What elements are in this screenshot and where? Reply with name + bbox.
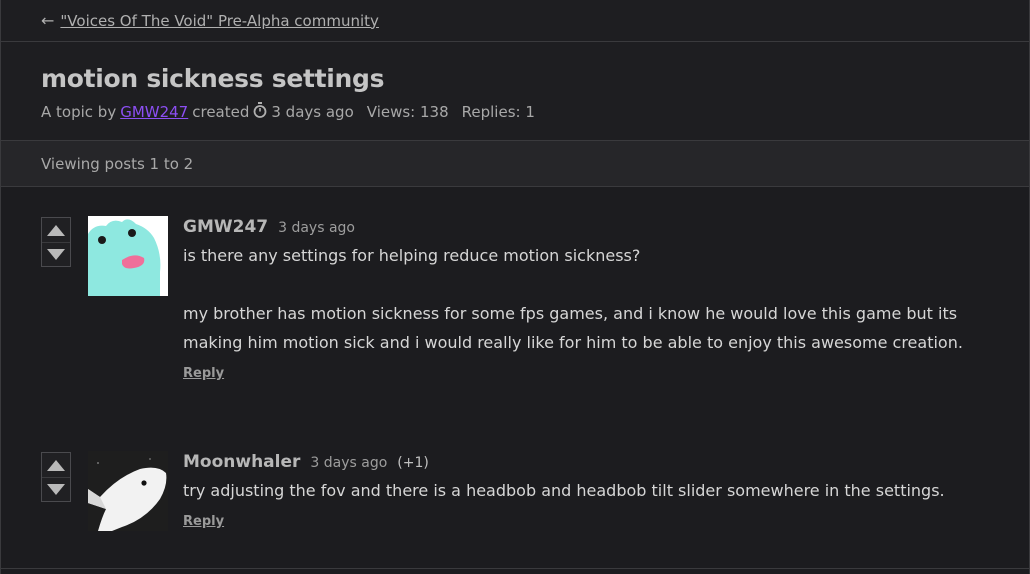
created-ago: 3 days ago: [271, 103, 354, 121]
post-body: GMW247 3 days ago is there any settings …: [183, 217, 999, 381]
vote-widget: [41, 452, 71, 502]
views-count: Views: 138: [366, 103, 449, 121]
vote-divider: [42, 242, 70, 243]
stopwatch-icon: [253, 102, 267, 122]
meta-prefix: A topic by: [41, 103, 117, 121]
page: ← "Voices Of The Void" Pre-Alpha communi…: [0, 0, 1030, 574]
divider: [1, 568, 1029, 569]
viewing-posts-text: Viewing posts 1 to 2: [41, 154, 194, 173]
page-title: motion sickness settings: [41, 64, 385, 93]
replies-count: Replies: 1: [461, 103, 535, 121]
community-back-link[interactable]: "Voices Of The Void" Pre-Alpha community: [60, 12, 379, 30]
frog-avatar[interactable]: [88, 216, 168, 296]
post-header: GMW247 3 days ago: [183, 217, 999, 237]
post-author-link[interactable]: GMW247: [183, 217, 268, 237]
post-author-link[interactable]: Moonwhaler: [183, 452, 300, 472]
meta-created: created: [192, 103, 250, 121]
back-nav: ← "Voices Of The Void" Pre-Alpha communi…: [1, 0, 1029, 42]
viewing-posts-bar: Viewing posts 1 to 2: [1, 141, 1029, 187]
post-header: Moonwhaler 3 days ago (+1): [183, 452, 999, 472]
post-score: (+1): [397, 455, 429, 471]
vote-widget: [41, 217, 71, 267]
post-time: 3 days ago: [278, 220, 355, 236]
whale-avatar[interactable]: [88, 451, 168, 531]
downvote-arrow-icon[interactable]: [47, 249, 65, 260]
vote-divider: [42, 477, 70, 478]
topic-header: motion sickness settings A topic by GMW2…: [1, 42, 1029, 141]
reply-link[interactable]: Reply: [183, 514, 224, 529]
upvote-arrow-icon[interactable]: [47, 225, 65, 236]
downvote-arrow-icon[interactable]: [47, 484, 65, 495]
topic-author-link[interactable]: GMW247: [120, 103, 188, 121]
post-body: Moonwhaler 3 days ago (+1) try adjusting…: [183, 452, 999, 529]
reply-link[interactable]: Reply: [183, 366, 224, 381]
post-time: 3 days ago: [310, 455, 388, 471]
back-arrow-icon[interactable]: ←: [41, 11, 54, 30]
post-paragraph: is there any settings for helping reduce…: [183, 246, 641, 265]
post-paragraph: my brother has motion sickness for some …: [183, 304, 963, 352]
post-paragraph: try adjusting the fov and there is a hea…: [183, 481, 945, 500]
topic-meta: A topic by GMW247 created 3 days ago Vie…: [41, 102, 1029, 122]
upvote-arrow-icon[interactable]: [47, 460, 65, 471]
